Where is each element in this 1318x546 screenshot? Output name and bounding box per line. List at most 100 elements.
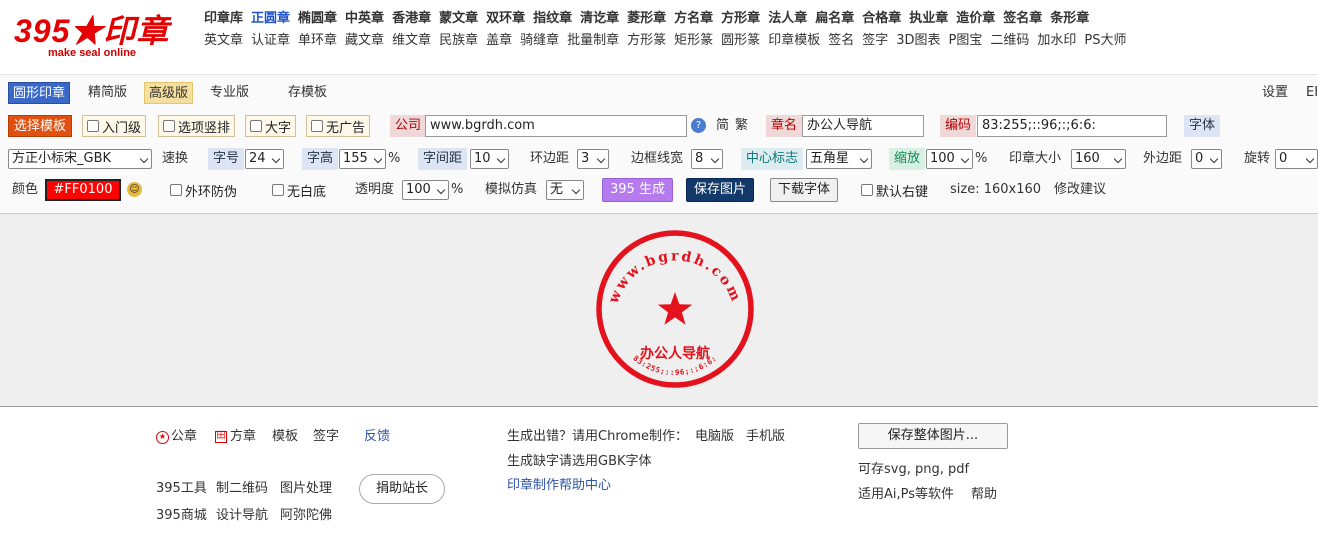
beginner-checkbox[interactable]: 入门级 xyxy=(82,115,147,137)
border-width-select[interactable]: 8 xyxy=(691,149,723,169)
nav-link[interactable]: 清讫章 xyxy=(580,7,619,27)
seal-size-select[interactable]: 160 xyxy=(1071,149,1126,169)
nav-link[interactable]: 英文章 xyxy=(204,29,243,49)
save-image-button[interactable]: 保存图片 xyxy=(686,178,755,202)
outer-anti-fake-checkbox[interactable]: 外环防伪 xyxy=(166,179,241,201)
feedback-link[interactable]: 反馈 xyxy=(364,428,390,446)
options-vertical-checkbox[interactable]: 选项竖排 xyxy=(158,115,236,137)
nav-link[interactable]: 方形篆 xyxy=(627,29,666,49)
site-logo[interactable]: 395★印章 make seal online xyxy=(14,6,190,64)
help-center-link[interactable]: 印章制作帮助中心 xyxy=(507,477,611,495)
no-ads-checkbox[interactable]: 无广告 xyxy=(306,115,371,137)
nav-link[interactable]: 二维码 xyxy=(990,29,1029,49)
nav-link[interactable]: 正圆章 xyxy=(251,7,290,27)
qrcode-link[interactable]: 制二维码 xyxy=(216,480,268,498)
tab-advanced[interactable]: 高级版 xyxy=(144,82,194,104)
center-mark-select[interactable]: 五角星 xyxy=(806,149,872,169)
nav-link[interactable]: PS大师 xyxy=(1084,29,1126,49)
desktop-link[interactable]: 电脑版 xyxy=(695,428,734,446)
tab-round-seal[interactable]: 圆形印章 xyxy=(8,82,71,104)
seal-name-input[interactable]: 办公人导航 xyxy=(802,115,924,137)
settings-link[interactable]: 设置 xyxy=(1258,82,1292,104)
help-link[interactable]: 帮助 xyxy=(971,486,997,504)
simplified-button[interactable]: 简 xyxy=(716,117,729,135)
suggest-link[interactable]: 修改建议 xyxy=(1054,181,1106,199)
font-button[interactable]: 字体 xyxy=(1184,115,1221,137)
company-input[interactable]: www.bgrdh.com xyxy=(425,115,687,137)
signature-link[interactable]: 签字 xyxy=(313,428,339,446)
outer-margin-select[interactable]: 0 xyxy=(1191,149,1222,169)
nav-link[interactable]: 印章模板 xyxy=(768,29,820,49)
nav-link[interactable]: 椭圆章 xyxy=(298,7,337,27)
square-seal-link[interactable]: 田 方章 xyxy=(215,428,256,446)
nav-link[interactable]: 加水印 xyxy=(1037,29,1076,49)
design-nav-link[interactable]: 设计导航 xyxy=(216,507,268,525)
tools-link[interactable]: 395工具 xyxy=(156,480,207,498)
color-picker[interactable]: #FF0100 xyxy=(45,179,121,201)
nav-link[interactable]: 矩形篆 xyxy=(674,29,713,49)
nav-link[interactable]: 指纹章 xyxy=(533,7,572,27)
nav-link[interactable]: 认证章 xyxy=(251,29,290,49)
default-right-click-checkbox[interactable]: 默认右键 xyxy=(857,179,932,201)
speed-swap-link[interactable]: 速换 xyxy=(162,150,188,168)
no-white-bg-checkbox[interactable]: 无白底 xyxy=(268,179,330,201)
scale-select[interactable]: 100 xyxy=(926,149,973,169)
template-link[interactable]: 模板 xyxy=(272,428,298,446)
image-proc-link[interactable]: 图片处理 xyxy=(280,480,332,498)
nav-link[interactable]: 方形章 xyxy=(721,7,760,27)
opacity-select[interactable]: 100 xyxy=(402,180,449,200)
nav-link[interactable]: 蒙文章 xyxy=(439,7,478,27)
edge-link[interactable]: EI xyxy=(1302,82,1318,104)
official-seal-link[interactable]: ★ 公章 xyxy=(156,428,197,446)
save-template-link[interactable]: 存模板 xyxy=(284,82,331,104)
simulate-select[interactable]: 无 xyxy=(546,180,584,200)
mobile-link[interactable]: 手机版 xyxy=(746,428,785,446)
nav-link[interactable]: 执业章 xyxy=(909,7,948,27)
char-height-select[interactable]: 155 xyxy=(339,149,386,169)
nav-link[interactable]: 印章库 xyxy=(204,7,243,27)
help-icon[interactable]: ? xyxy=(691,118,706,133)
nav-link[interactable]: 条形章 xyxy=(1050,7,1089,27)
big-font-checkbox[interactable]: 大字 xyxy=(245,115,297,137)
seal-preview[interactable]: www.bgrdh.com 办公人导航 83:255;::96;:;6:6: xyxy=(594,228,756,390)
nav-link[interactable]: 骑缝章 xyxy=(520,29,559,49)
nav-link[interactable]: 单环章 xyxy=(298,29,337,49)
nav-link[interactable]: 签字 xyxy=(862,29,888,49)
code-input[interactable]: 83:255;::96;:;6:6: xyxy=(977,115,1167,137)
nav-link[interactable]: 批量制章 xyxy=(567,29,619,49)
nav-link[interactable]: 中英章 xyxy=(345,7,384,27)
nav-link[interactable]: 3D图表 xyxy=(896,29,940,49)
nav-link[interactable]: P图宝 xyxy=(949,29,983,49)
tab-pro[interactable]: 专业版 xyxy=(206,82,253,104)
mall-link[interactable]: 395商城 xyxy=(156,507,207,525)
nav-link[interactable]: 菱形章 xyxy=(627,7,666,27)
nav-link[interactable]: 造价章 xyxy=(956,7,995,27)
ring-margin-select[interactable]: 3 xyxy=(577,149,609,169)
traditional-button[interactable]: 繁 xyxy=(735,117,748,135)
nav-link[interactable]: 双环章 xyxy=(486,7,525,27)
nav-link[interactable]: 维文章 xyxy=(392,29,431,49)
nav-link[interactable]: 香港章 xyxy=(392,7,431,27)
emoji-icon[interactable]: ☺ xyxy=(127,182,142,197)
tab-simple[interactable]: 精简版 xyxy=(84,82,131,104)
download-font-button[interactable]: 下载字体 xyxy=(770,178,839,202)
generate-button[interactable]: 395 生成 xyxy=(602,178,673,202)
nav-link[interactable]: 合格章 xyxy=(862,7,901,27)
nav-link[interactable]: 签名章 xyxy=(1003,7,1042,27)
font-size-select[interactable]: 24 xyxy=(245,149,284,169)
nav-link[interactable]: 民族章 xyxy=(439,29,478,49)
char-spacing-select[interactable]: 10 xyxy=(470,149,509,169)
amitabha-link[interactable]: 阿弥陀佛 xyxy=(280,507,332,525)
donate-button[interactable]: 捐助站长 xyxy=(359,474,445,504)
rotate-select[interactable]: 0 xyxy=(1275,149,1318,169)
nav-link[interactable]: 签名 xyxy=(828,29,854,49)
nav-link[interactable]: 盖章 xyxy=(486,29,512,49)
font-select[interactable]: 方正小标宋_GBK xyxy=(8,149,152,169)
save-whole-image-button[interactable]: 保存整体图片... xyxy=(858,423,1008,449)
nav-link[interactable]: 藏文章 xyxy=(345,29,384,49)
choose-template-button[interactable]: 选择模板 xyxy=(8,115,73,137)
nav-link[interactable]: 法人章 xyxy=(768,7,807,27)
nav-link[interactable]: 方名章 xyxy=(674,7,713,27)
nav-link[interactable]: 圆形篆 xyxy=(721,29,760,49)
nav-link[interactable]: 扁名章 xyxy=(815,7,854,27)
